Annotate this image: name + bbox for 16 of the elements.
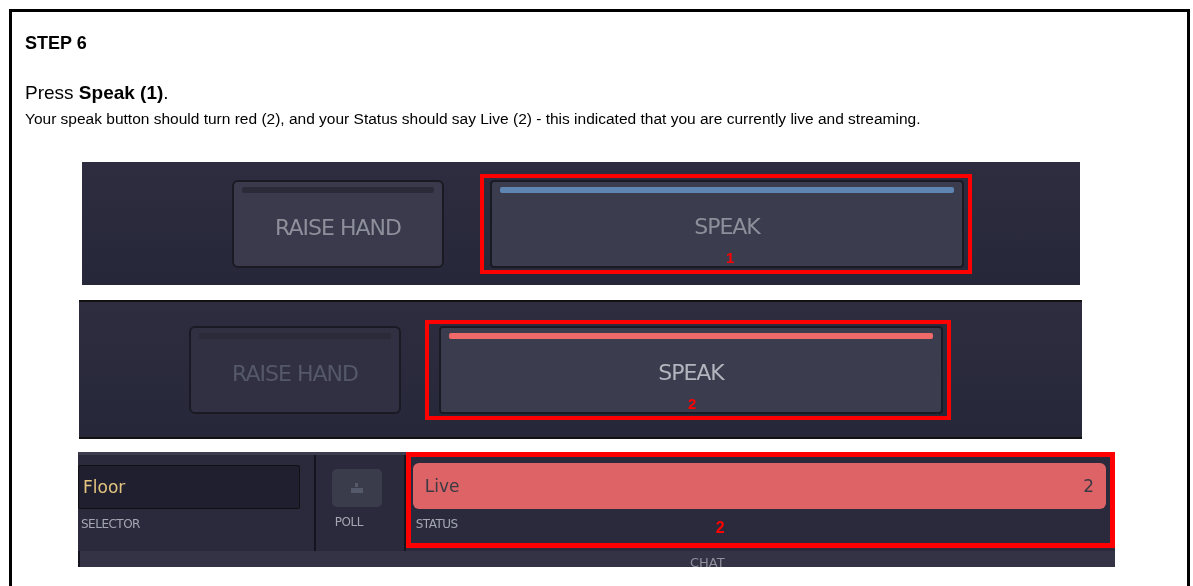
instruction-text: Press Speak (1). [25, 82, 170, 104]
status-value: Live [424, 476, 460, 496]
callout-number: 1 [726, 248, 735, 266]
poll-button[interactable] [331, 469, 382, 507]
field-label: POLL [333, 515, 363, 529]
step-title: STEP 6 [25, 33, 88, 54]
callout-number: 2 [715, 519, 725, 537]
callout-number: 2 [688, 394, 697, 412]
chart-icon [349, 482, 364, 494]
field-label: STATUS [414, 517, 458, 533]
field-label: SELECTOR [80, 517, 141, 531]
description-text: Your speak button should turn red (2), and your Status should say Live (2) - this indicated that you are currently live and streaming. [25, 110, 922, 128]
raise-hand-button[interactable]: RAISE HAND [232, 179, 444, 268]
chat-label: CHAT [690, 555, 725, 567]
selector-field[interactable]: Floor [78, 465, 300, 509]
listener-count: 2 [1083, 476, 1094, 496]
